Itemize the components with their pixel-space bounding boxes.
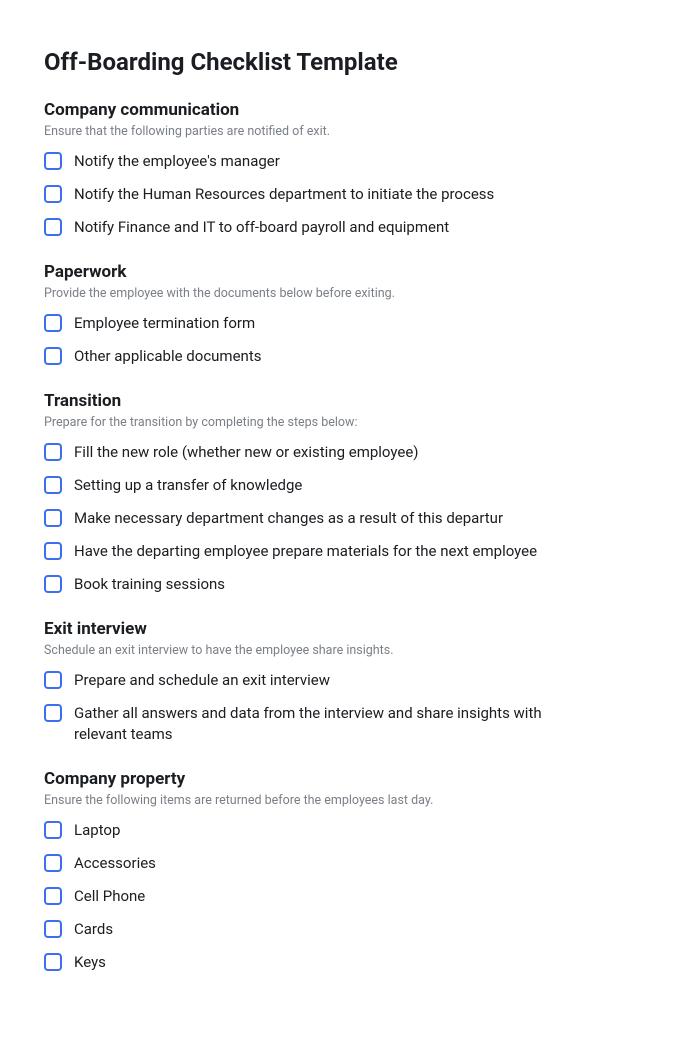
checklist-item: Keys: [44, 952, 640, 973]
checklist-item: Notify the Human Resources department to…: [44, 184, 640, 205]
checklist-item-label: Laptop: [74, 820, 120, 841]
checklist-item-label: Have the departing employee prepare mate…: [74, 541, 537, 562]
checklist-item-label: Keys: [74, 952, 106, 973]
checklist-item: Notify the employee's manager: [44, 151, 640, 172]
section-subtitle: Ensure that the following parties are no…: [44, 124, 640, 139]
section-subtitle: Provide the employee with the documents …: [44, 286, 640, 301]
checklist-item: Cards: [44, 919, 640, 940]
section-title: Paperwork: [44, 262, 640, 282]
checkbox[interactable]: [44, 542, 62, 560]
checklist-item-label: Accessories: [74, 853, 156, 874]
checklist-item: Other applicable documents: [44, 346, 640, 367]
checklist-item-label: Cards: [74, 919, 113, 940]
section-subtitle: Prepare for the transition by completing…: [44, 415, 640, 430]
checkbox[interactable]: [44, 443, 62, 461]
checklist-item: Setting up a transfer of knowledge: [44, 475, 640, 496]
checklist-item: Prepare and schedule an exit interview: [44, 670, 640, 691]
checklist-item-label: Notify the employee's manager: [74, 151, 280, 172]
checkbox[interactable]: [44, 821, 62, 839]
checklist-item-label: Book training sessions: [74, 574, 225, 595]
checklist-item: Laptop: [44, 820, 640, 841]
checkbox[interactable]: [44, 704, 62, 722]
page-title: Off-Boarding Checklist Template: [44, 48, 640, 76]
checklist-item-label: Make necessary department changes as a r…: [74, 508, 503, 529]
checklist-item: Accessories: [44, 853, 640, 874]
checklist-item-label: Other applicable documents: [74, 346, 261, 367]
checklist-item-label: Gather all answers and data from the int…: [74, 703, 584, 745]
section-title: Company property: [44, 769, 640, 789]
checklist-item: Have the departing employee prepare mate…: [44, 541, 640, 562]
checklist-item: Notify Finance and IT to off-board payro…: [44, 217, 640, 238]
checkbox[interactable]: [44, 218, 62, 236]
checkbox[interactable]: [44, 953, 62, 971]
checkbox[interactable]: [44, 854, 62, 872]
checklist-item: Book training sessions: [44, 574, 640, 595]
checkbox[interactable]: [44, 920, 62, 938]
checkbox[interactable]: [44, 314, 62, 332]
section-subtitle: Schedule an exit interview to have the e…: [44, 643, 640, 658]
section: Company property Ensure the following ite…: [44, 769, 640, 973]
checklist-item-label: Notify the Human Resources department to…: [74, 184, 494, 205]
section: Exit interview Schedule an exit interview…: [44, 619, 640, 745]
checklist-item: Employee termination form: [44, 313, 640, 334]
checklist-item-label: Prepare and schedule an exit interview: [74, 670, 330, 691]
checkbox[interactable]: [44, 152, 62, 170]
section: Paperwork Provide the employee with the d…: [44, 262, 640, 367]
checkbox[interactable]: [44, 185, 62, 203]
section: Transition Prepare for the transition by …: [44, 391, 640, 595]
checklist-item-label: Cell Phone: [74, 886, 145, 907]
checklist-item: Gather all answers and data from the int…: [44, 703, 640, 745]
checklist-item: Fill the new role (whether new or existi…: [44, 442, 640, 463]
checkbox[interactable]: [44, 476, 62, 494]
checklist-item-label: Setting up a transfer of knowledge: [74, 475, 302, 496]
section-title: Company communication: [44, 100, 640, 120]
checklist-item-label: Notify Finance and IT to off-board payro…: [74, 217, 449, 238]
section: Company communication Ensure that the fol…: [44, 100, 640, 238]
section-title: Exit interview: [44, 619, 640, 639]
checklist-item: Make necessary department changes as a r…: [44, 508, 640, 529]
checkbox[interactable]: [44, 575, 62, 593]
checklist-item: Cell Phone: [44, 886, 640, 907]
checkbox[interactable]: [44, 347, 62, 365]
checkbox[interactable]: [44, 671, 62, 689]
section-subtitle: Ensure the following items are returned …: [44, 793, 640, 808]
checkbox[interactable]: [44, 509, 62, 527]
checklist-item-label: Fill the new role (whether new or existi…: [74, 442, 419, 463]
section-title: Transition: [44, 391, 640, 411]
checkbox[interactable]: [44, 887, 62, 905]
checklist-item-label: Employee termination form: [74, 313, 255, 334]
